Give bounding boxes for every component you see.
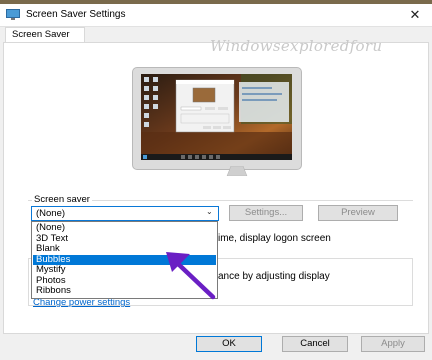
dropdown-option-none[interactable]: (None) — [33, 222, 216, 234]
apply-button[interactable]: Apply — [361, 336, 425, 352]
window-title: Screen Saver Settings — [26, 9, 126, 20]
settings-button[interactable]: Settings... — [229, 205, 303, 221]
screen-saver-app-icon — [6, 9, 20, 20]
preview-screen-image — [141, 74, 292, 160]
chevron-down-icon[interactable]: ⌄ — [206, 207, 213, 216]
ok-button[interactable]: OK — [196, 336, 262, 352]
cancel-button[interactable]: Cancel — [282, 336, 348, 352]
pointer-arrow-annotation — [166, 252, 216, 300]
monitor-stand — [226, 166, 248, 176]
monitor-preview — [132, 67, 302, 170]
preview-button[interactable]: Preview — [318, 205, 398, 221]
watermark-text: Windowsexploredforu — [210, 37, 383, 55]
combobox-selected-value: (None) — [36, 208, 66, 219]
tab-screen-saver[interactable]: Screen Saver — [5, 27, 85, 42]
conserve-energy-text: ance by adjusting display — [218, 271, 330, 282]
screen-saver-combobox[interactable]: (None) ⌄ — [31, 206, 219, 221]
close-button[interactable]: ✕ — [398, 4, 432, 26]
resume-logon-text: ime, display logon screen — [218, 233, 331, 244]
screen-saver-section-label: Screen saver — [32, 194, 92, 205]
